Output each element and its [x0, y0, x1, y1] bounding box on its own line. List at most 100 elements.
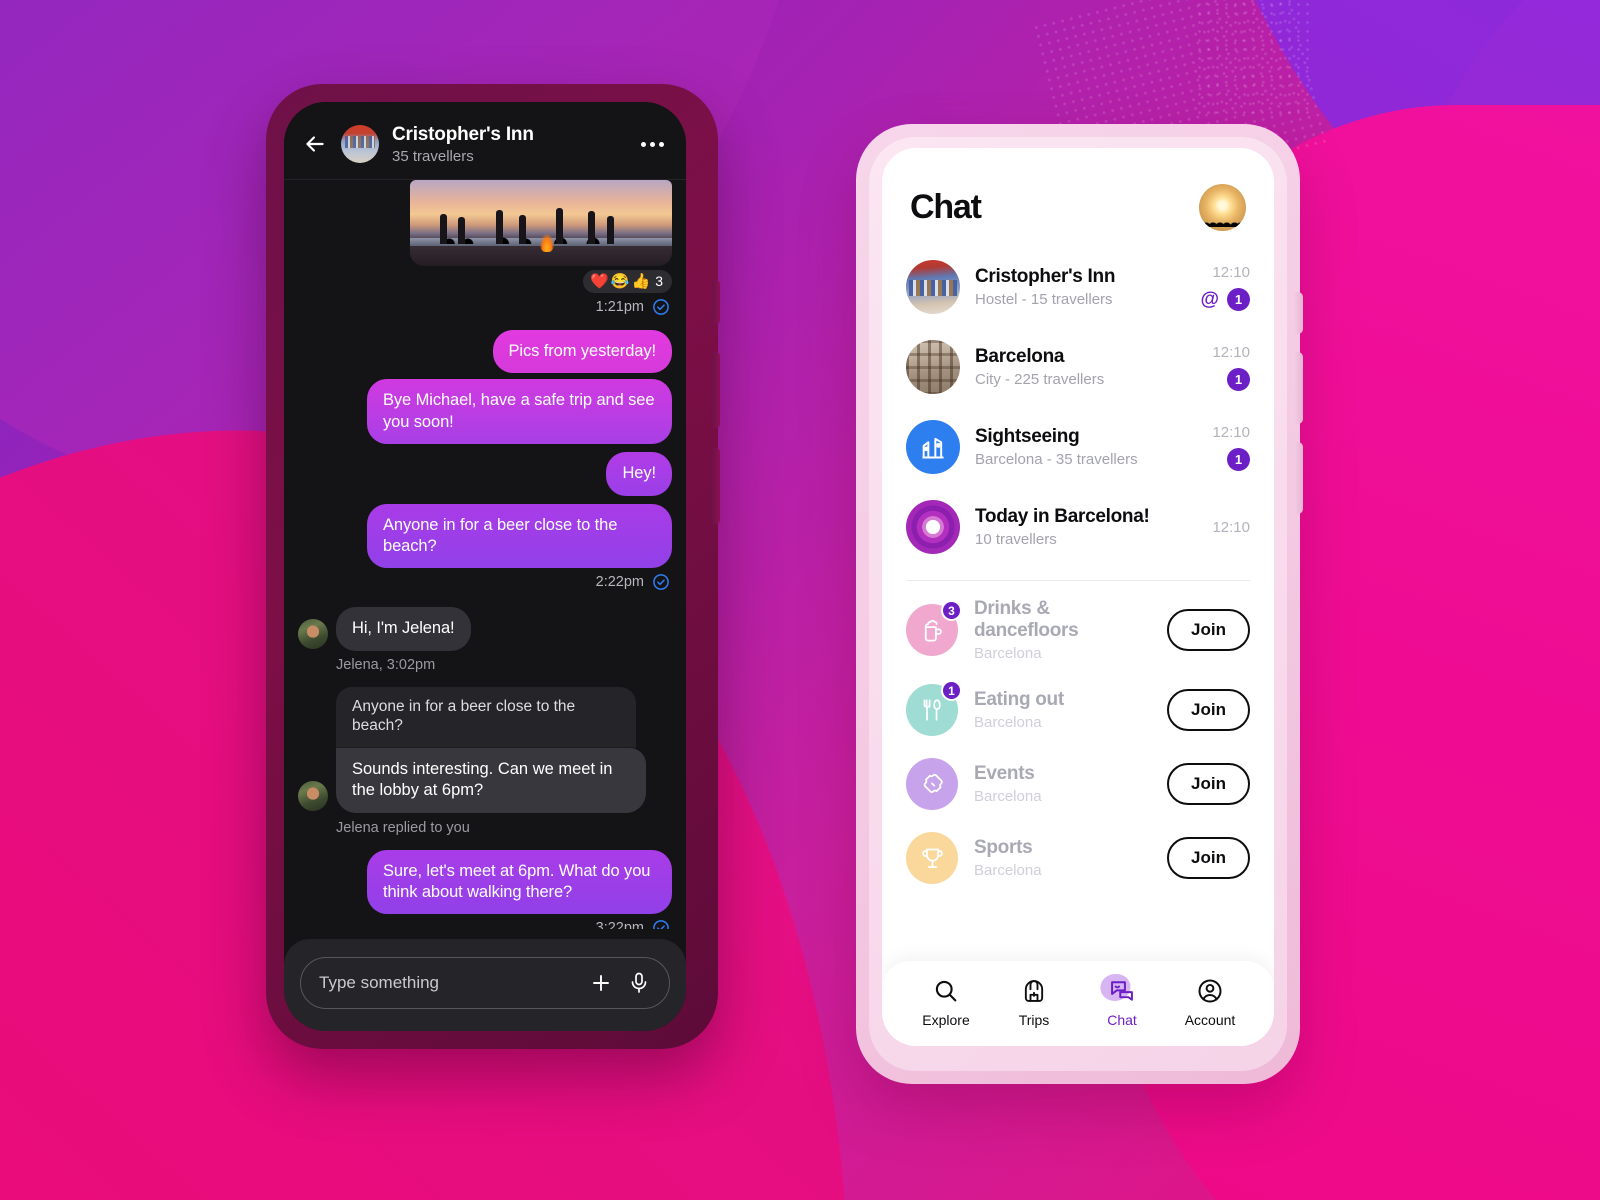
- search-icon: [935, 980, 957, 1002]
- chat-time: 12:10: [1212, 423, 1250, 441]
- chat-avatar-hostel: [906, 260, 960, 314]
- chat-subtitle: Barcelona - 35 travellers: [975, 451, 1138, 468]
- join-button[interactable]: Join: [1167, 837, 1250, 879]
- group-name: Sports: [974, 837, 1033, 858]
- phone-side-button-volume-up-right[interactable]: [1294, 352, 1303, 424]
- message-time: 2:22pm: [595, 574, 644, 591]
- reaction-thumbsup-icon: 👍: [631, 272, 651, 290]
- chat-list-header: Chat: [882, 148, 1274, 247]
- section-divider: [906, 580, 1250, 581]
- message-sender-meta: Jelena, 3:02pm: [336, 656, 436, 673]
- tab-label: Explore: [922, 1012, 970, 1028]
- chat-info: Today in Barcelona! 10 travellers: [975, 506, 1197, 548]
- reaction-count: 3: [655, 273, 663, 290]
- message-bubble-1[interactable]: Pics from yesterday!: [298, 329, 672, 374]
- conversation-subtitle: 35 travellers: [392, 147, 474, 165]
- chat-subtitle: Hostel - 15 travellers: [975, 291, 1113, 308]
- chat-list-item-barcelona[interactable]: Barcelona City - 225 travellers 12:10 1: [906, 327, 1250, 407]
- avatar[interactable]: [298, 780, 328, 811]
- chat-list-item-cristophers-inn[interactable]: Cristopher's Inn Hostel - 15 travellers …: [906, 247, 1250, 327]
- phone-side-button-volume-down[interactable]: [712, 448, 720, 524]
- halftone-dots-top-right: [1195, 0, 1315, 120]
- hostel-avatar[interactable]: [341, 125, 379, 164]
- message-input-placeholder[interactable]: Type something: [319, 973, 575, 993]
- chat-time: 12:10: [1212, 263, 1250, 281]
- unread-badge: 1: [1227, 367, 1250, 391]
- message-list[interactable]: ❤️ 😂 👍 3 1:21pm Pics from yesterday! Bye…: [284, 179, 686, 929]
- join-button[interactable]: Join: [1167, 689, 1250, 731]
- phone-side-button-volume-up[interactable]: [712, 352, 720, 428]
- chat-subtitle: 10 travellers: [975, 531, 1057, 548]
- group-row-events[interactable]: Events Barcelona Join: [882, 747, 1274, 821]
- group-suggestions-list: 3 Drinks & dancefloors Barcelona Join 1: [882, 587, 1274, 895]
- chat-list-item-today-in-barcelona[interactable]: Today in Barcelona! 10 travellers 12:10: [906, 487, 1250, 567]
- chat-info: Barcelona City - 225 travellers: [975, 346, 1197, 388]
- group-name: Drinks & dancefloors: [974, 598, 1079, 641]
- phone-side-button-mute[interactable]: [712, 280, 720, 324]
- join-button[interactable]: Join: [1167, 609, 1250, 651]
- chat-list-item-sightseeing[interactable]: Sightseeing Barcelona - 35 travellers 12…: [906, 407, 1250, 487]
- tab-account[interactable]: Account: [1166, 977, 1254, 1028]
- group-row-eating-out[interactable]: 1 Eating out Barcelona Join: [882, 673, 1274, 747]
- phone-frame-dark: Cristopher's Inn 35 travellers ❤️ 😂 👍 3 …: [266, 84, 720, 1049]
- group-avatar-drinks: 3: [906, 600, 962, 656]
- message-bubble-3[interactable]: Hey!: [298, 452, 672, 496]
- phone-frame-light: Chat Cristopher's Inn Hostel - 15 travel…: [856, 124, 1303, 1084]
- message-bubble-4[interactable]: Anyone in for a beer close to the beach?: [298, 503, 672, 569]
- message-photo[interactable]: [298, 179, 672, 266]
- chat-time: 12:10: [1212, 343, 1250, 361]
- chat-badges: 1: [1227, 447, 1250, 471]
- group-row-sports[interactable]: Sports Barcelona Join: [882, 821, 1274, 895]
- group-info: Drinks & dancefloors Barcelona: [974, 598, 1151, 662]
- chat-name: Sightseeing: [975, 426, 1080, 447]
- tab-chat[interactable]: Chat: [1078, 974, 1166, 1028]
- account-icon: [1198, 979, 1222, 1003]
- page-title: Chat: [910, 188, 982, 226]
- tab-explore[interactable]: Explore: [902, 977, 990, 1028]
- user-profile-avatar[interactable]: [1199, 184, 1246, 231]
- background: [0, 0, 1600, 1200]
- tab-trips[interactable]: Trips: [990, 977, 1078, 1028]
- group-location: Barcelona: [974, 714, 1042, 731]
- chat-list-screen: Chat Cristopher's Inn Hostel - 15 travel…: [882, 148, 1274, 1046]
- tab-label: Trips: [1018, 1012, 1050, 1028]
- chat-list: Cristopher's Inn Hostel - 15 travellers …: [882, 247, 1274, 567]
- group-avatar-eating: 1: [906, 680, 962, 736]
- reply-stack: Anyone in for a beer close to the beach?…: [336, 686, 646, 813]
- message-bubble-5[interactable]: Sure, let's meet at 6pm. What do you thi…: [298, 849, 672, 915]
- message-input-pill[interactable]: Type something: [300, 957, 670, 1009]
- message-text: Anyone in for a beer close to the beach?: [367, 503, 672, 569]
- message-bubble-2[interactable]: Bye Michael, have a safe trip and see yo…: [298, 379, 672, 445]
- message-meta-5: 3:22pm: [298, 919, 670, 929]
- group-name: Events: [974, 763, 1035, 784]
- message-meta-4: 2:22pm: [298, 573, 670, 591]
- message-text: Bye Michael, have a safe trip and see yo…: [367, 379, 672, 445]
- message-reactions-row: ❤️ 😂 👍 3: [298, 269, 672, 293]
- avatar[interactable]: [298, 618, 328, 649]
- quoted-message[interactable]: Anyone in for a beer close to the beach?: [336, 686, 636, 748]
- message-bubble-incoming-1[interactable]: Hi, I'm Jelena!: [298, 607, 672, 651]
- read-check-icon: [653, 574, 669, 591]
- chat-name: Today in Barcelona!: [975, 506, 1150, 527]
- phone-side-button-mute-right[interactable]: [1294, 292, 1303, 334]
- reaction-chip[interactable]: ❤️ 😂 👍 3: [583, 269, 672, 293]
- phone-side-button-volume-down-right[interactable]: [1294, 442, 1303, 514]
- cutlery-icon: [923, 699, 941, 721]
- message-text: Hi, I'm Jelena!: [336, 607, 471, 651]
- back-arrow-icon[interactable]: [302, 131, 328, 157]
- reaction-heart-icon: ❤️: [590, 272, 609, 290]
- beach-bonfire-photo[interactable]: [410, 179, 672, 266]
- group-location: Barcelona: [974, 788, 1042, 805]
- more-options-icon[interactable]: [639, 136, 666, 153]
- bottom-navigation: Explore Trips Chat Account: [882, 961, 1274, 1046]
- message-text: Sure, let's meet at 6pm. What do you thi…: [367, 849, 672, 915]
- plus-icon[interactable]: [589, 971, 613, 995]
- group-row-drinks[interactable]: 3 Drinks & dancefloors Barcelona Join: [882, 587, 1274, 673]
- reply-meta: Jelena replied to you: [336, 819, 470, 836]
- message-reply[interactable]: Anyone in for a beer close to the beach?…: [298, 686, 672, 813]
- join-button[interactable]: Join: [1167, 763, 1250, 805]
- group-location: Barcelona: [974, 645, 1042, 662]
- tab-label: Account: [1184, 1012, 1236, 1028]
- microphone-icon[interactable]: [627, 971, 651, 995]
- group-name: Eating out: [974, 689, 1064, 710]
